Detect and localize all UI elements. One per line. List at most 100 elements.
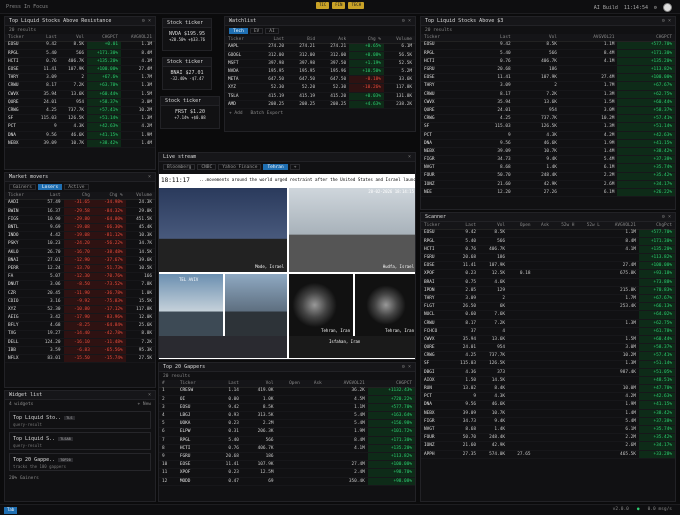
column-header[interactable]: Bid	[287, 36, 319, 44]
tab-tech[interactable]: Tech	[229, 28, 248, 34]
table-row[interactable]: DNA 9.56 46.6K 1.9M +41.15%	[421, 400, 675, 410]
table-row[interactable]: CWVX 35.94 13.6K +60.44% 1.5M	[5, 90, 155, 99]
column-header[interactable]: #	[159, 380, 177, 388]
table-row[interactable]: 2 OI 0.00 1.0K 4.5M +720.22%	[159, 395, 415, 404]
tab-yahoo[interactable]: Yahoo Finance	[218, 164, 262, 170]
column-header[interactable]: Ticker	[225, 36, 257, 44]
table-row[interactable]: CRWU 8.17 7.2K 1.3M +62.75%	[421, 319, 675, 328]
column-header[interactable]: Vol	[513, 34, 560, 42]
close-icon[interactable]: ⚙ ×	[402, 364, 411, 370]
table-row[interactable]: BFLY 4.68 -8.25 -64.84% 25.6K	[5, 321, 155, 331]
table-row[interactable]: DNA 9.56 46.6K 1.9M +41.15%	[421, 139, 675, 148]
avatar[interactable]	[663, 3, 672, 12]
table-row[interactable]: FLGT 26.50 6K 253.4K +66.13%	[421, 302, 675, 312]
table-row[interactable]: MSFT 397.98 397.98 397.50 +1.19% 52.5K	[225, 59, 415, 69]
table-row[interactable]: DBGI 4.36 373 987.4K +51.05%	[421, 368, 675, 377]
widget-item[interactable]: Top Liquid S.. TLSAB query-result	[9, 432, 151, 450]
table-row[interactable]: FCHCO 37 4 +61.78%	[421, 327, 675, 336]
table-row[interactable]: 8 HCTI 0.76 406.7K 4.1M +135.20%	[159, 444, 415, 454]
table-row[interactable]: META 647.50 647.50 647.50 -0.18% 33.6K	[225, 75, 415, 85]
close-icon[interactable]: ×	[408, 154, 411, 160]
tab-active[interactable]: Active	[64, 184, 89, 190]
add-button[interactable]: + Add	[229, 111, 243, 116]
table-row[interactable]: RPGL 5.40 566 +171.30% 8.4M	[5, 49, 155, 58]
table-row[interactable]: EOSE 11.41 107.9K 27.4M +100.00%	[421, 261, 675, 271]
column-header[interactable]: Chg %	[349, 36, 384, 44]
table-row[interactable]: 3 EOSU 9.42 8.5K 1.1M +577.70%	[159, 403, 415, 413]
table-row[interactable]: HCTI 0.76 406.7K 4.1M +135.20%	[421, 245, 675, 255]
column-header[interactable]: ChgPct	[638, 222, 675, 230]
table-row[interactable]: FOUR 50.70 248.4K 2.2M +35.42%	[421, 433, 675, 443]
stock-ticker-frst[interactable]: Stock ticker FRST $1.20 +7.14% +$0.08	[160, 96, 220, 129]
table-row[interactable]: PCT 9 4.3K +42.63% 4.2M	[5, 122, 155, 132]
table-row[interactable]: FOUR 50.70 248.4K 2.2M +35.42%	[421, 172, 675, 181]
table-row[interactable]: EOSE 11.41 107.9K +100.00% 27.4M	[5, 65, 155, 75]
table-row[interactable]: PCT 9 4.3K 4.2M +42.63%	[421, 131, 675, 140]
table-row[interactable]: CWVX 35.94 13.6K 1.5M +60.44%	[421, 335, 675, 345]
table-row[interactable]: NEE 12.20 27.26 6.1M +26.22%	[421, 188, 675, 198]
table-row[interactable]: DNA 9.56 46.6K +41.15% 1.9M	[5, 131, 155, 140]
close-icon[interactable]: ×	[148, 174, 151, 180]
table-row[interactable]: FGRU 20.68 186 +113.82%	[421, 253, 675, 263]
column-header[interactable]: Ask	[318, 36, 350, 44]
table-row[interactable]: THRY 3.09 2 +67.6% 1.7M	[5, 73, 155, 83]
table-row[interactable]: CRWG 4.25 737.7K 10.2M +57.41%	[421, 351, 675, 361]
settings-icon[interactable]: ⚙ ×	[402, 18, 411, 24]
table-row[interactable]: 5 UOKA 0.23 2.2M 5.4M +156.98%	[159, 419, 415, 429]
tab-losers[interactable]: Losers	[37, 184, 63, 190]
bottom-tab-button[interactable]: Tab	[4, 507, 18, 514]
column-header[interactable]: Last	[34, 192, 64, 200]
tab-ev[interactable]: EV	[249, 28, 264, 34]
table-row[interactable]: DNUT 3.06 -8.50 -73.52% 7.8K	[5, 280, 155, 290]
video-area[interactable]: 18:11:17 ...movements around the world u…	[159, 174, 415, 359]
column-header[interactable]: Last	[211, 380, 242, 388]
column-header[interactable]: CHGPCT	[87, 34, 121, 42]
table-row[interactable]: AEIG 3.42 -17.90 -83.96% 12.0K	[5, 313, 155, 323]
column-header[interactable]: Chg	[63, 192, 93, 200]
widget-item[interactable]: Top Liquid Sto.. TLS query-result	[9, 411, 151, 429]
table-row[interactable]: CWVX 35.94 13.6K 1.5M +60.44%	[421, 98, 675, 108]
table-row[interactable]: TXG 19.27 -14.40 -42.78% 8.8K	[5, 330, 155, 339]
column-header[interactable]: Volume	[125, 192, 155, 200]
table-row[interactable]: RPGL 5.40 566 8.4M +171.30%	[421, 49, 675, 58]
table-row[interactable]: FGRU 20.68 186 +113.82%	[421, 65, 675, 75]
column-header[interactable]: AVGVOL21	[120, 34, 155, 42]
table-row[interactable]: HCTI 0.76 406.7K 4.1M +135.20%	[421, 57, 675, 67]
column-header[interactable]: Last	[32, 34, 60, 42]
table-row[interactable]: PCT 9 4.3K 4.2M +42.63%	[421, 392, 675, 402]
column-header[interactable]: AVGVOL21	[559, 34, 618, 42]
table-row[interactable]: 9 FGRU 20.68 186 +113.82%	[159, 452, 415, 462]
table-row[interactable]: RUN 13.02 8.4K 10.0M +47.70%	[421, 384, 675, 394]
tab-ai[interactable]: AI	[265, 28, 279, 34]
table-row[interactable]: AMD 208.25 208.25 208.25 +4.63% 238.2K	[225, 100, 415, 110]
table-row[interactable]: 4 LBGJ 0.93 313.5K 5.4M +163.64%	[159, 411, 415, 421]
table-row[interactable]: CZR 20.45 -11.90 -36.78% 1.0K	[5, 289, 155, 298]
table-row[interactable]: QURE 24.01 954 3.0M +58.37%	[421, 106, 675, 116]
table-row[interactable]: CRWG 4.25 737.7K 10.2M +57.41%	[421, 114, 675, 124]
table-row[interactable]: THRY 3.09 2 1.7M +67.67%	[421, 81, 675, 91]
table-row[interactable]: FIGR 34.73 9.4K 5.4M +37.38%	[421, 417, 675, 427]
table-row[interactable]: NFLX 83.01 -15.50 -15.74% 27.5K	[5, 354, 155, 364]
column-header[interactable]: Ticker	[421, 222, 450, 230]
table-row[interactable]: SF 115.03 126.5K +51.14% 1.3M	[5, 114, 155, 124]
table-row[interactable]: PERR 12.24 -13.70 -51.73% 10.5K	[5, 264, 155, 274]
table-row[interactable]: NVGT 8.68 1.4K 6.1M +35.74%	[421, 163, 675, 173]
table-row[interactable]: FIGR 34.73 9.4K 5.4M +37.38%	[421, 155, 675, 165]
column-header[interactable]: Vol	[241, 380, 277, 388]
table-row[interactable]: EOSE 11.41 107.9K 27.4M +100.00%	[421, 73, 675, 83]
tag-fin[interactable]: FIN	[332, 2, 346, 9]
table-row[interactable]: 7 RPGL 5.40 566 8.4M +171.30%	[159, 436, 415, 445]
table-row[interactable]: BRAI 0.75 4.6K +73.88%	[421, 278, 675, 287]
add-tab-icon[interactable]: +	[289, 164, 301, 170]
ai-build-button[interactable]: AI Build	[594, 5, 618, 11]
table-row[interactable]: FA 5.07 -12.30 -70.76% 166	[5, 272, 155, 282]
table-row[interactable]: IPDN 2.05 129 215.8K +70.83%	[421, 286, 675, 296]
table-row[interactable]: 10 EOSE 11.41 107.9K 27.4M +100.00%	[159, 460, 415, 470]
column-header[interactable]: Last	[256, 36, 288, 44]
tab-tehran[interactable]: Tehran	[263, 164, 288, 170]
table-row[interactable]: IONZ 21.60 42.9K 2.6M +34.17%	[421, 441, 675, 451]
column-header[interactable]: 52w H	[551, 222, 578, 230]
table-row[interactable]: AADI 57.49 -31.65 -34.98% 24.3K	[5, 199, 155, 208]
column-header[interactable]: Vol	[59, 34, 88, 42]
batch-export-button[interactable]: Batch Export	[251, 111, 284, 116]
